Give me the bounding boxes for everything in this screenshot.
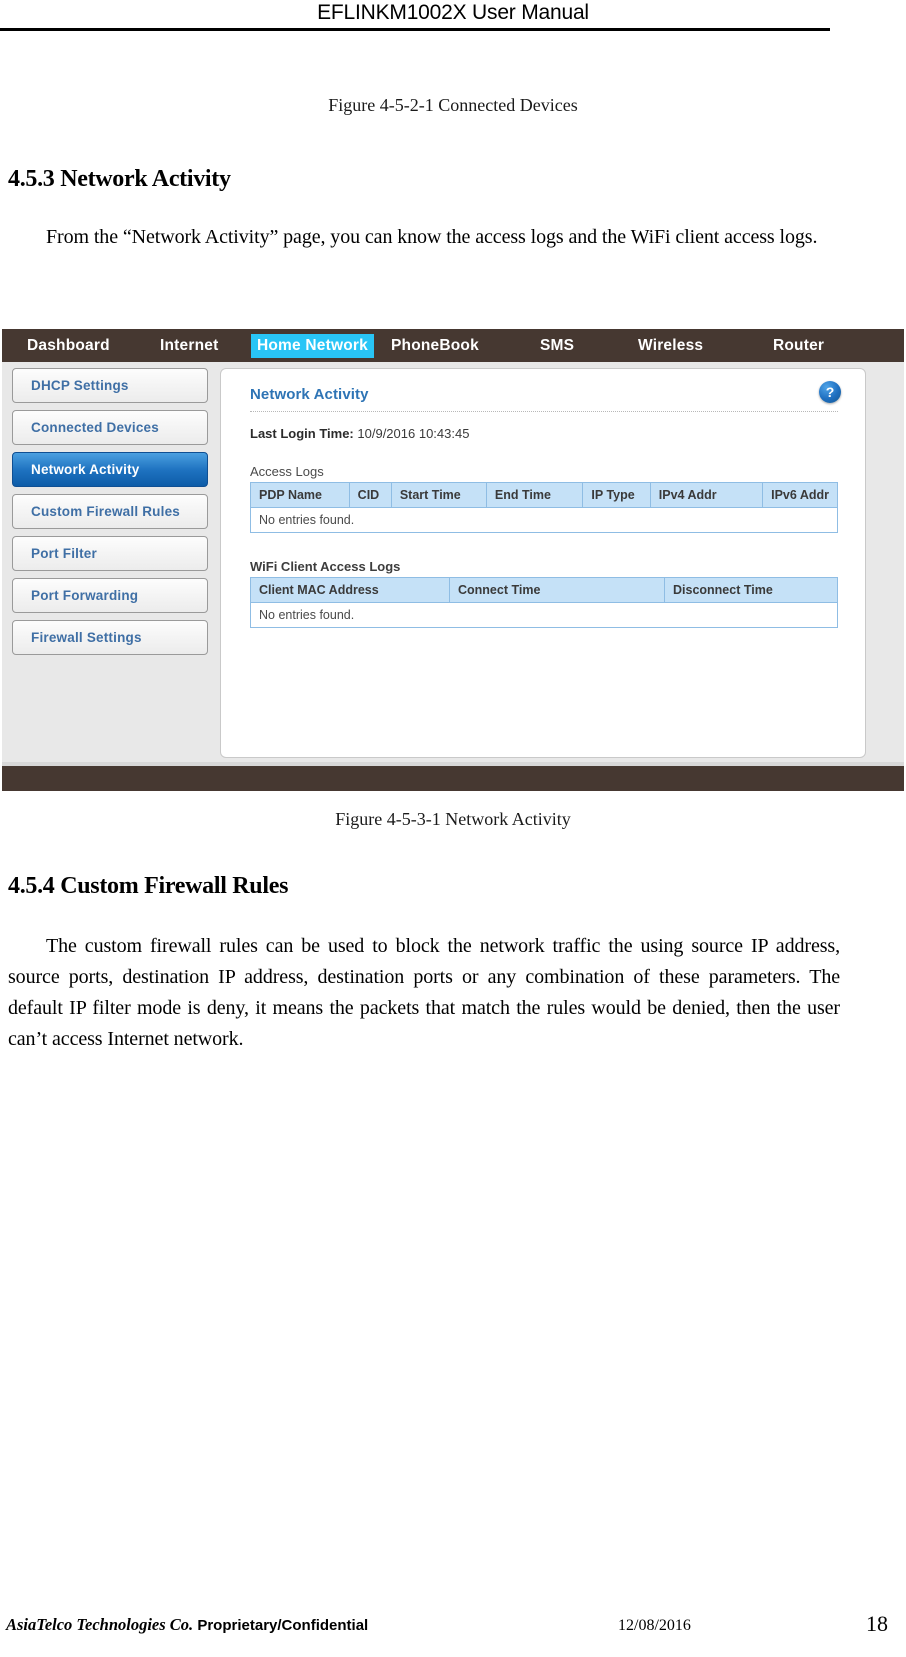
sidebar-item-label: Firewall Settings xyxy=(31,630,142,645)
document-footer: AsiaTelco Technologies Co. Proprietary/C… xyxy=(0,1611,906,1657)
footer-page-number: 18 xyxy=(866,1611,888,1636)
access-logs-empty-message: No entries found. xyxy=(250,507,838,533)
last-login-value: 10/9/2016 10:43:45 xyxy=(357,426,470,441)
column-header-pdp-name: PDP Name xyxy=(250,482,350,508)
nav-item-sms[interactable]: SMS xyxy=(534,334,580,358)
table-header-row: Client MAC Address Connect Time Disconne… xyxy=(250,577,838,603)
last-login-time: Last Login Time: 10/9/2016 10:43:45 xyxy=(250,426,469,441)
nav-item-phonebook[interactable]: PhoneBook xyxy=(385,334,485,358)
sidebar-item-dhcp-settings[interactable]: DHCP Settings xyxy=(12,368,208,403)
ui-content-panel: Network Activity ? Last Login Time: 10/9… xyxy=(220,368,866,758)
sidebar-item-custom-firewall-rules[interactable]: Custom Firewall Rules xyxy=(12,494,208,529)
help-icon[interactable]: ? xyxy=(819,381,841,403)
column-header-ipv6-addr: IPv6 Addr xyxy=(762,482,838,508)
sidebar-item-label: Port Filter xyxy=(31,546,97,561)
ui-footer-strip xyxy=(2,766,904,791)
sidebar-item-label: Port Forwarding xyxy=(31,588,139,603)
sidebar-item-connected-devices[interactable]: Connected Devices xyxy=(12,410,208,445)
footer-company-name: AsiaTelco Technologies Co. xyxy=(6,1615,194,1634)
figure-caption-connected-devices: Figure 4-5-2-1 Connected Devices xyxy=(328,95,578,115)
column-header-cid: CID xyxy=(348,482,392,508)
title-divider xyxy=(250,411,838,412)
wifi-client-access-logs-table: Client MAC Address Connect Time Disconne… xyxy=(250,577,838,628)
sidebar-item-label: DHCP Settings xyxy=(31,378,129,393)
table-row: No entries found. xyxy=(250,602,838,628)
section-heading-4-5-4: 4.5.4 Custom Firewall Rules xyxy=(8,873,289,899)
footer-date: 12/08/2016 xyxy=(618,1617,691,1634)
nav-item-wireless[interactable]: Wireless xyxy=(632,334,709,358)
sidebar-item-label: Connected Devices xyxy=(31,420,159,435)
ui-body-area: DHCP Settings Connected Devices Network … xyxy=(2,362,904,762)
column-header-disconnect-time: Disconnect Time xyxy=(664,577,838,603)
access-logs-label: Access Logs xyxy=(250,464,324,479)
header-divider-rule xyxy=(0,28,830,31)
column-header-ip-type: IP Type xyxy=(582,482,651,508)
access-logs-table: PDP Name CID Start Time End Time IP Type… xyxy=(250,482,838,533)
column-header-client-mac-address: Client MAC Address xyxy=(250,577,450,603)
ui-sidebar: DHCP Settings Connected Devices Network … xyxy=(12,368,212,662)
sidebar-item-label: Custom Firewall Rules xyxy=(31,504,180,519)
nav-item-home-network[interactable]: Home Network xyxy=(251,333,374,358)
wifi-logs-empty-message: No entries found. xyxy=(250,602,838,628)
column-header-start-time: Start Time xyxy=(390,482,487,508)
sidebar-item-port-forwarding[interactable]: Port Forwarding xyxy=(12,578,208,613)
column-header-connect-time: Connect Time xyxy=(449,577,665,603)
section-paragraph-4-5-3: From the “Network Activity” page, you ca… xyxy=(46,226,818,248)
footer-confidentiality: Proprietary/Confidential xyxy=(193,1617,369,1634)
document-running-header: EFLINKM1002X User Manual xyxy=(0,0,906,32)
sidebar-item-firewall-settings[interactable]: Firewall Settings xyxy=(12,620,208,655)
sidebar-item-network-activity[interactable]: Network Activity xyxy=(12,452,208,487)
nav-item-router[interactable]: Router xyxy=(767,334,830,358)
manual-title: EFLINKM1002X User Manual xyxy=(317,1,589,24)
last-login-label: Last Login Time: xyxy=(250,426,354,441)
table-header-row: PDP Name CID Start Time End Time IP Type… xyxy=(250,482,838,508)
sidebar-item-label: Network Activity xyxy=(31,462,140,477)
section-paragraph-4-5-4: The custom firewall rules can be used to… xyxy=(8,935,840,1050)
footer-left-text: AsiaTelco Technologies Co. Proprietary/C… xyxy=(6,1615,368,1635)
page-title: Network Activity xyxy=(250,386,369,403)
nav-item-dashboard[interactable]: Dashboard xyxy=(21,334,116,358)
sidebar-item-port-filter[interactable]: Port Filter xyxy=(12,536,208,571)
ui-top-navigation: Dashboard Internet Home Network PhoneBoo… xyxy=(2,329,904,362)
nav-item-internet[interactable]: Internet xyxy=(154,334,224,358)
section-heading-4-5-3: 4.5.3 Network Activity xyxy=(8,166,231,192)
table-row: No entries found. xyxy=(250,507,838,533)
wifi-client-access-logs-label: WiFi Client Access Logs xyxy=(250,559,401,574)
column-header-ipv4-addr: IPv4 Addr xyxy=(649,482,764,508)
router-ui-screenshot: Dashboard Internet Home Network PhoneBoo… xyxy=(2,329,904,791)
figure-caption-network-activity: Figure 4-5-3-1 Network Activity xyxy=(335,809,571,829)
column-header-end-time: End Time xyxy=(485,482,584,508)
